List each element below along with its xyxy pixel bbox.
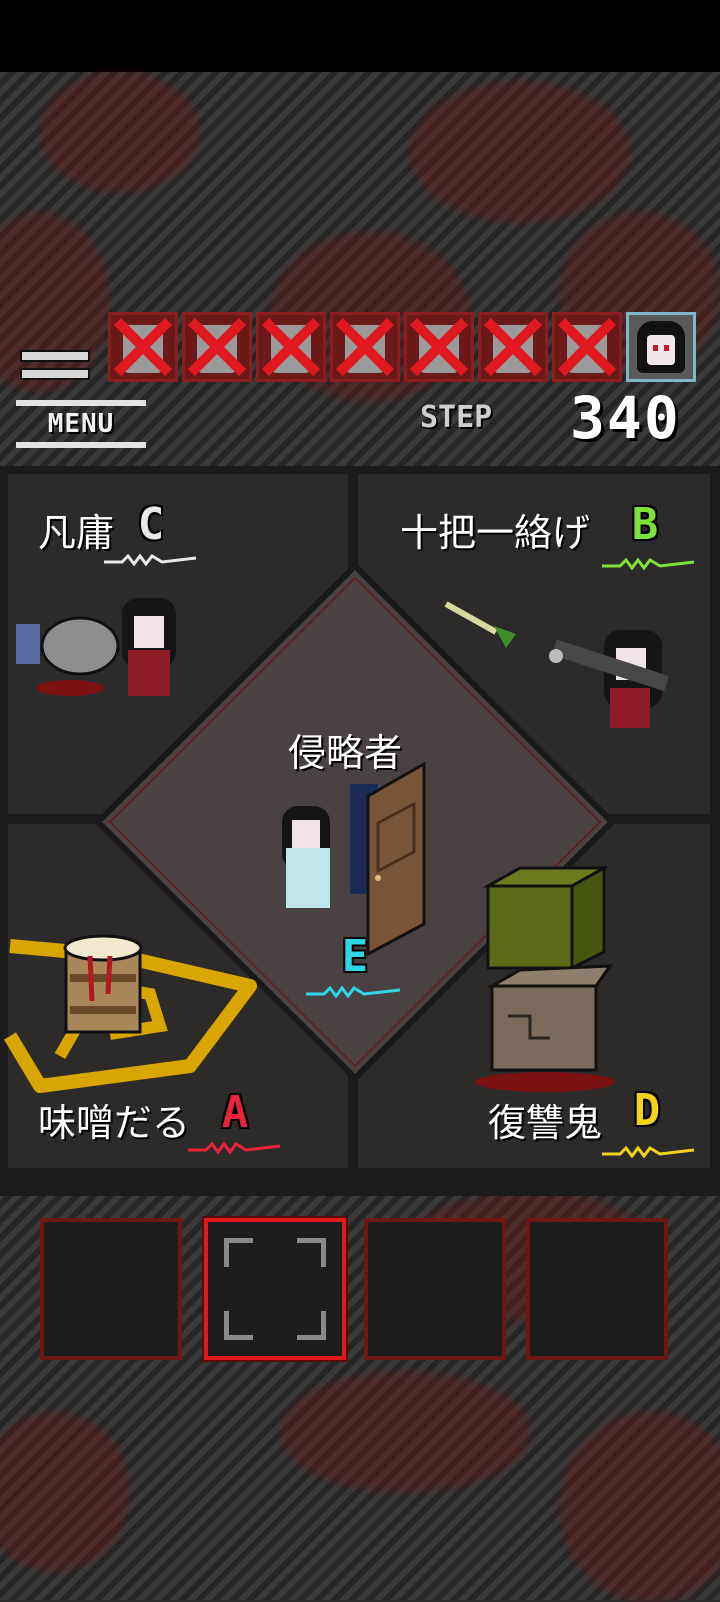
- life-lost: [478, 312, 548, 382]
- squiggle-icon: [602, 1145, 695, 1158]
- life-lost: [256, 312, 326, 382]
- cross-icon: [557, 317, 617, 377]
- quadrant-top-right-label: 十把一絡げ: [400, 511, 591, 555]
- lives-row: [108, 312, 696, 382]
- quadrant-bottom-right-rank: D: [633, 1085, 661, 1136]
- cube-icon: [482, 865, 610, 971]
- scene-top-left: [16, 598, 176, 696]
- door-icon: [366, 761, 426, 957]
- squiggle-icon: [602, 557, 695, 570]
- center-label: 侵略者: [288, 731, 403, 775]
- center-rank: E: [341, 931, 369, 982]
- quadrant-top-left-label: 凡庸: [38, 511, 115, 555]
- life-lost: [552, 312, 622, 382]
- inventory-slot-3[interactable]: [364, 1218, 506, 1360]
- inventory-slot-1[interactable]: [40, 1218, 182, 1360]
- quadrant-bottom-left-rank: A: [221, 1087, 249, 1138]
- scene-bottom-right: [475, 865, 615, 1092]
- life-lost: [404, 312, 474, 382]
- step-label: STEP: [420, 400, 493, 435]
- menu-label: MENU: [16, 400, 146, 448]
- menu-button[interactable]: MENU: [16, 350, 150, 450]
- cross-icon: [335, 317, 395, 377]
- cross-icon: [483, 317, 543, 377]
- life-remaining: [626, 312, 696, 382]
- quadrant-bottom-left-label: 味噌だる: [38, 1101, 191, 1145]
- quadrant-bottom-right-label: 復讐鬼: [488, 1101, 603, 1145]
- quadrant-top-left-rank: C: [137, 499, 165, 550]
- quadrant-top-right-rank: B: [631, 499, 659, 550]
- squiggle-icon: [306, 985, 401, 998]
- cross-icon: [187, 317, 247, 377]
- system-status-bar: [0, 0, 720, 72]
- inventory-slot-2[interactable]: [204, 1218, 346, 1360]
- board-art: [3, 561, 670, 1093]
- squiggle-icon: [104, 553, 197, 566]
- scene-bottom-left: [3, 934, 257, 1093]
- cross-icon: [261, 317, 321, 377]
- step-counter: 340: [570, 384, 681, 452]
- life-lost: [330, 312, 400, 382]
- menu-icon: [20, 350, 90, 362]
- squiggle-icon: [188, 1141, 281, 1154]
- inventory-slot-4[interactable]: [526, 1218, 668, 1360]
- drum-icon: [63, 934, 143, 1034]
- cross-icon: [409, 317, 469, 377]
- life-lost: [182, 312, 252, 382]
